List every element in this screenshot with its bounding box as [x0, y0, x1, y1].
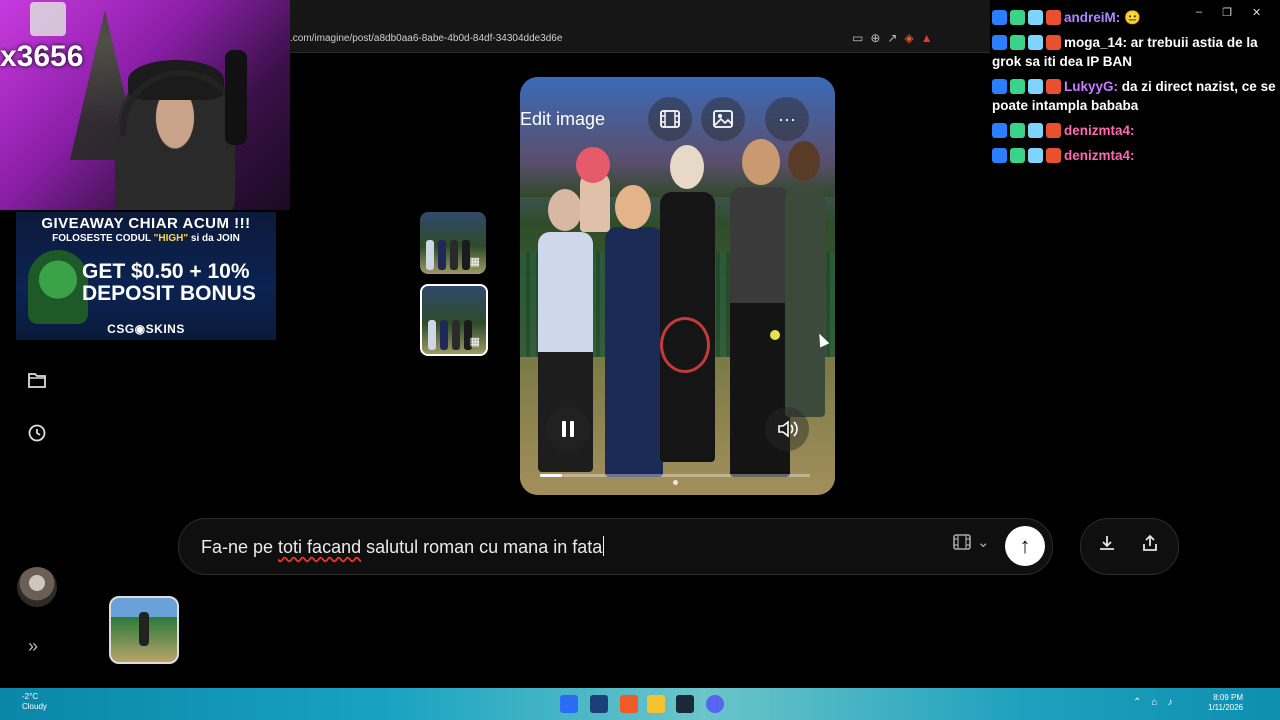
speaker-icon[interactable]: ♪: [1167, 697, 1172, 708]
mascot: [28, 250, 88, 324]
history-icon[interactable]: [25, 421, 49, 445]
chat-message: denizmta4:: [992, 146, 1280, 165]
webcam-overlay: x3656: [0, 0, 290, 210]
chat-nick[interactable]: andreiM:: [1064, 10, 1120, 25]
chat-badge-icon: [1010, 123, 1025, 138]
chat-nick[interactable]: denizmta4:: [1064, 148, 1135, 163]
chat-badge-icon: [1010, 79, 1025, 94]
chat-nick[interactable]: moga_14:: [1064, 35, 1127, 50]
chat-message: moga_14: ar trebuii astia de la grok sa …: [992, 33, 1280, 71]
brave-icon[interactable]: [620, 695, 638, 713]
chat-badge-icon: [1010, 10, 1025, 25]
edit-image-button[interactable]: Edit image: [520, 109, 605, 130]
volume-icon[interactable]: [765, 407, 809, 451]
video-icon: ▦: [469, 336, 480, 348]
chat-badge-icon: [992, 123, 1007, 138]
video-mode-icon: [953, 534, 971, 550]
chat-badge-icon: [1046, 123, 1061, 138]
chat-message: andreiM: 😐: [992, 8, 1280, 27]
reference-image-thumb[interactable]: [109, 596, 179, 664]
giveaway-offer-2: DEPOSIT BONUS: [82, 282, 256, 305]
taskbar: [0, 688, 1280, 720]
giveaway-offer: GET $0.50 + 10%: [82, 260, 250, 283]
image-icon[interactable]: [701, 97, 745, 141]
chat-message: denizmta4:: [992, 121, 1280, 140]
sponsor-brand: CSG◉SKINS: [107, 322, 185, 336]
avatar: [30, 2, 66, 36]
giveaway-title: GIVEAWAY CHIAR ACUM !!!: [41, 215, 251, 232]
browser-toolbar: [290, 0, 990, 53]
microphone: [225, 50, 247, 145]
cast-icon[interactable]: ▭: [852, 31, 863, 45]
thumbnail-1[interactable]: ▦: [420, 212, 486, 274]
actions-pill: [1080, 518, 1179, 575]
chat-badge-icon: [1028, 79, 1043, 94]
start-icon[interactable]: [560, 695, 578, 713]
expand-sidebar-icon[interactable]: »: [28, 636, 38, 657]
thumbnail-2-selected[interactable]: ▦: [420, 284, 488, 356]
video-icon: ▦: [469, 256, 480, 268]
chat-badge-icon: [1046, 35, 1061, 50]
network-icon[interactable]: ⌂: [1151, 697, 1157, 708]
chat-text: 😐: [1120, 10, 1141, 25]
share-icon[interactable]: ↗: [887, 31, 897, 45]
folder-icon[interactable]: [25, 368, 49, 392]
chat-badge-icon: [992, 35, 1007, 50]
submit-button[interactable]: ↑: [1005, 526, 1045, 566]
more-options-icon[interactable]: ···: [765, 97, 809, 141]
chat-badge-icon: [1046, 148, 1061, 163]
pause-icon[interactable]: [546, 407, 590, 451]
chat-badge-icon: [1028, 10, 1043, 25]
video-icon[interactable]: [648, 97, 692, 141]
steam-icon[interactable]: [676, 695, 694, 713]
chat-nick[interactable]: LukyyG:: [1064, 79, 1118, 94]
weather-widget[interactable]: -2°C Cloudy: [22, 692, 47, 712]
chat-badge-icon: [992, 10, 1007, 25]
user-avatar[interactable]: [17, 567, 57, 607]
chat-badge-icon: [1010, 35, 1025, 50]
giveaway-banner: GIVEAWAY CHIAR ACUM !!! FOLOSESTE CODUL …: [16, 212, 276, 340]
giveaway-subtitle: FOLOSESTE CODUL "HIGH" si da JOIN: [52, 233, 240, 244]
share-icon[interactable]: [1140, 533, 1160, 559]
zoom-icon[interactable]: ⊕: [870, 31, 880, 45]
chat-badge-icon: [1046, 79, 1061, 94]
clock[interactable]: 8:09 PM 1/11/2026: [1208, 693, 1243, 713]
chat-badge-icon: [1028, 35, 1043, 50]
address-bar[interactable]: .com/imagine/post/a8db0aa6-8abe-4b0d-84d…: [290, 33, 562, 44]
chat-badge-icon: [1010, 148, 1025, 163]
chat-badge-icon: [1028, 148, 1043, 163]
stream-chat: andreiM: 😐 moga_14: ar trebuii astia de l…: [992, 8, 1280, 171]
chat-nick[interactable]: denizmta4:: [1064, 123, 1135, 138]
chevron-down-icon: ⌄: [977, 534, 990, 551]
chat-badge-icon: [1028, 123, 1043, 138]
file-explorer-icon[interactable]: [647, 695, 665, 713]
rewards-icon[interactable]: ▲: [921, 31, 933, 45]
video-progress-bar[interactable]: [540, 474, 810, 477]
mode-selector[interactable]: ⌄: [953, 533, 990, 551]
video-progress-fill: [540, 474, 562, 477]
cam-name: x3656: [0, 40, 84, 73]
chevron-up-icon[interactable]: ⌃: [1133, 697, 1141, 708]
chat-badge-icon: [992, 79, 1007, 94]
chat-badge-icon: [1046, 10, 1061, 25]
brave-shield-icon[interactable]: ◈: [904, 31, 913, 45]
download-icon[interactable]: [1097, 533, 1117, 559]
task-view-icon[interactable]: [590, 695, 608, 713]
discord-icon[interactable]: [706, 695, 724, 713]
page-indicator: [673, 480, 678, 485]
chat-badge-icon: [992, 148, 1007, 163]
address-bar-icons: ▭ ⊕ ↗ ◈ ▲: [852, 31, 933, 45]
prompt-input[interactable]: Fa-ne pe toti facand salutul roman cu ma…: [201, 536, 605, 558]
system-tray: ⌃ ⌂ ♪: [1133, 697, 1172, 708]
chat-message: LukyyG: da zi direct nazist, ce se poate…: [992, 77, 1280, 115]
